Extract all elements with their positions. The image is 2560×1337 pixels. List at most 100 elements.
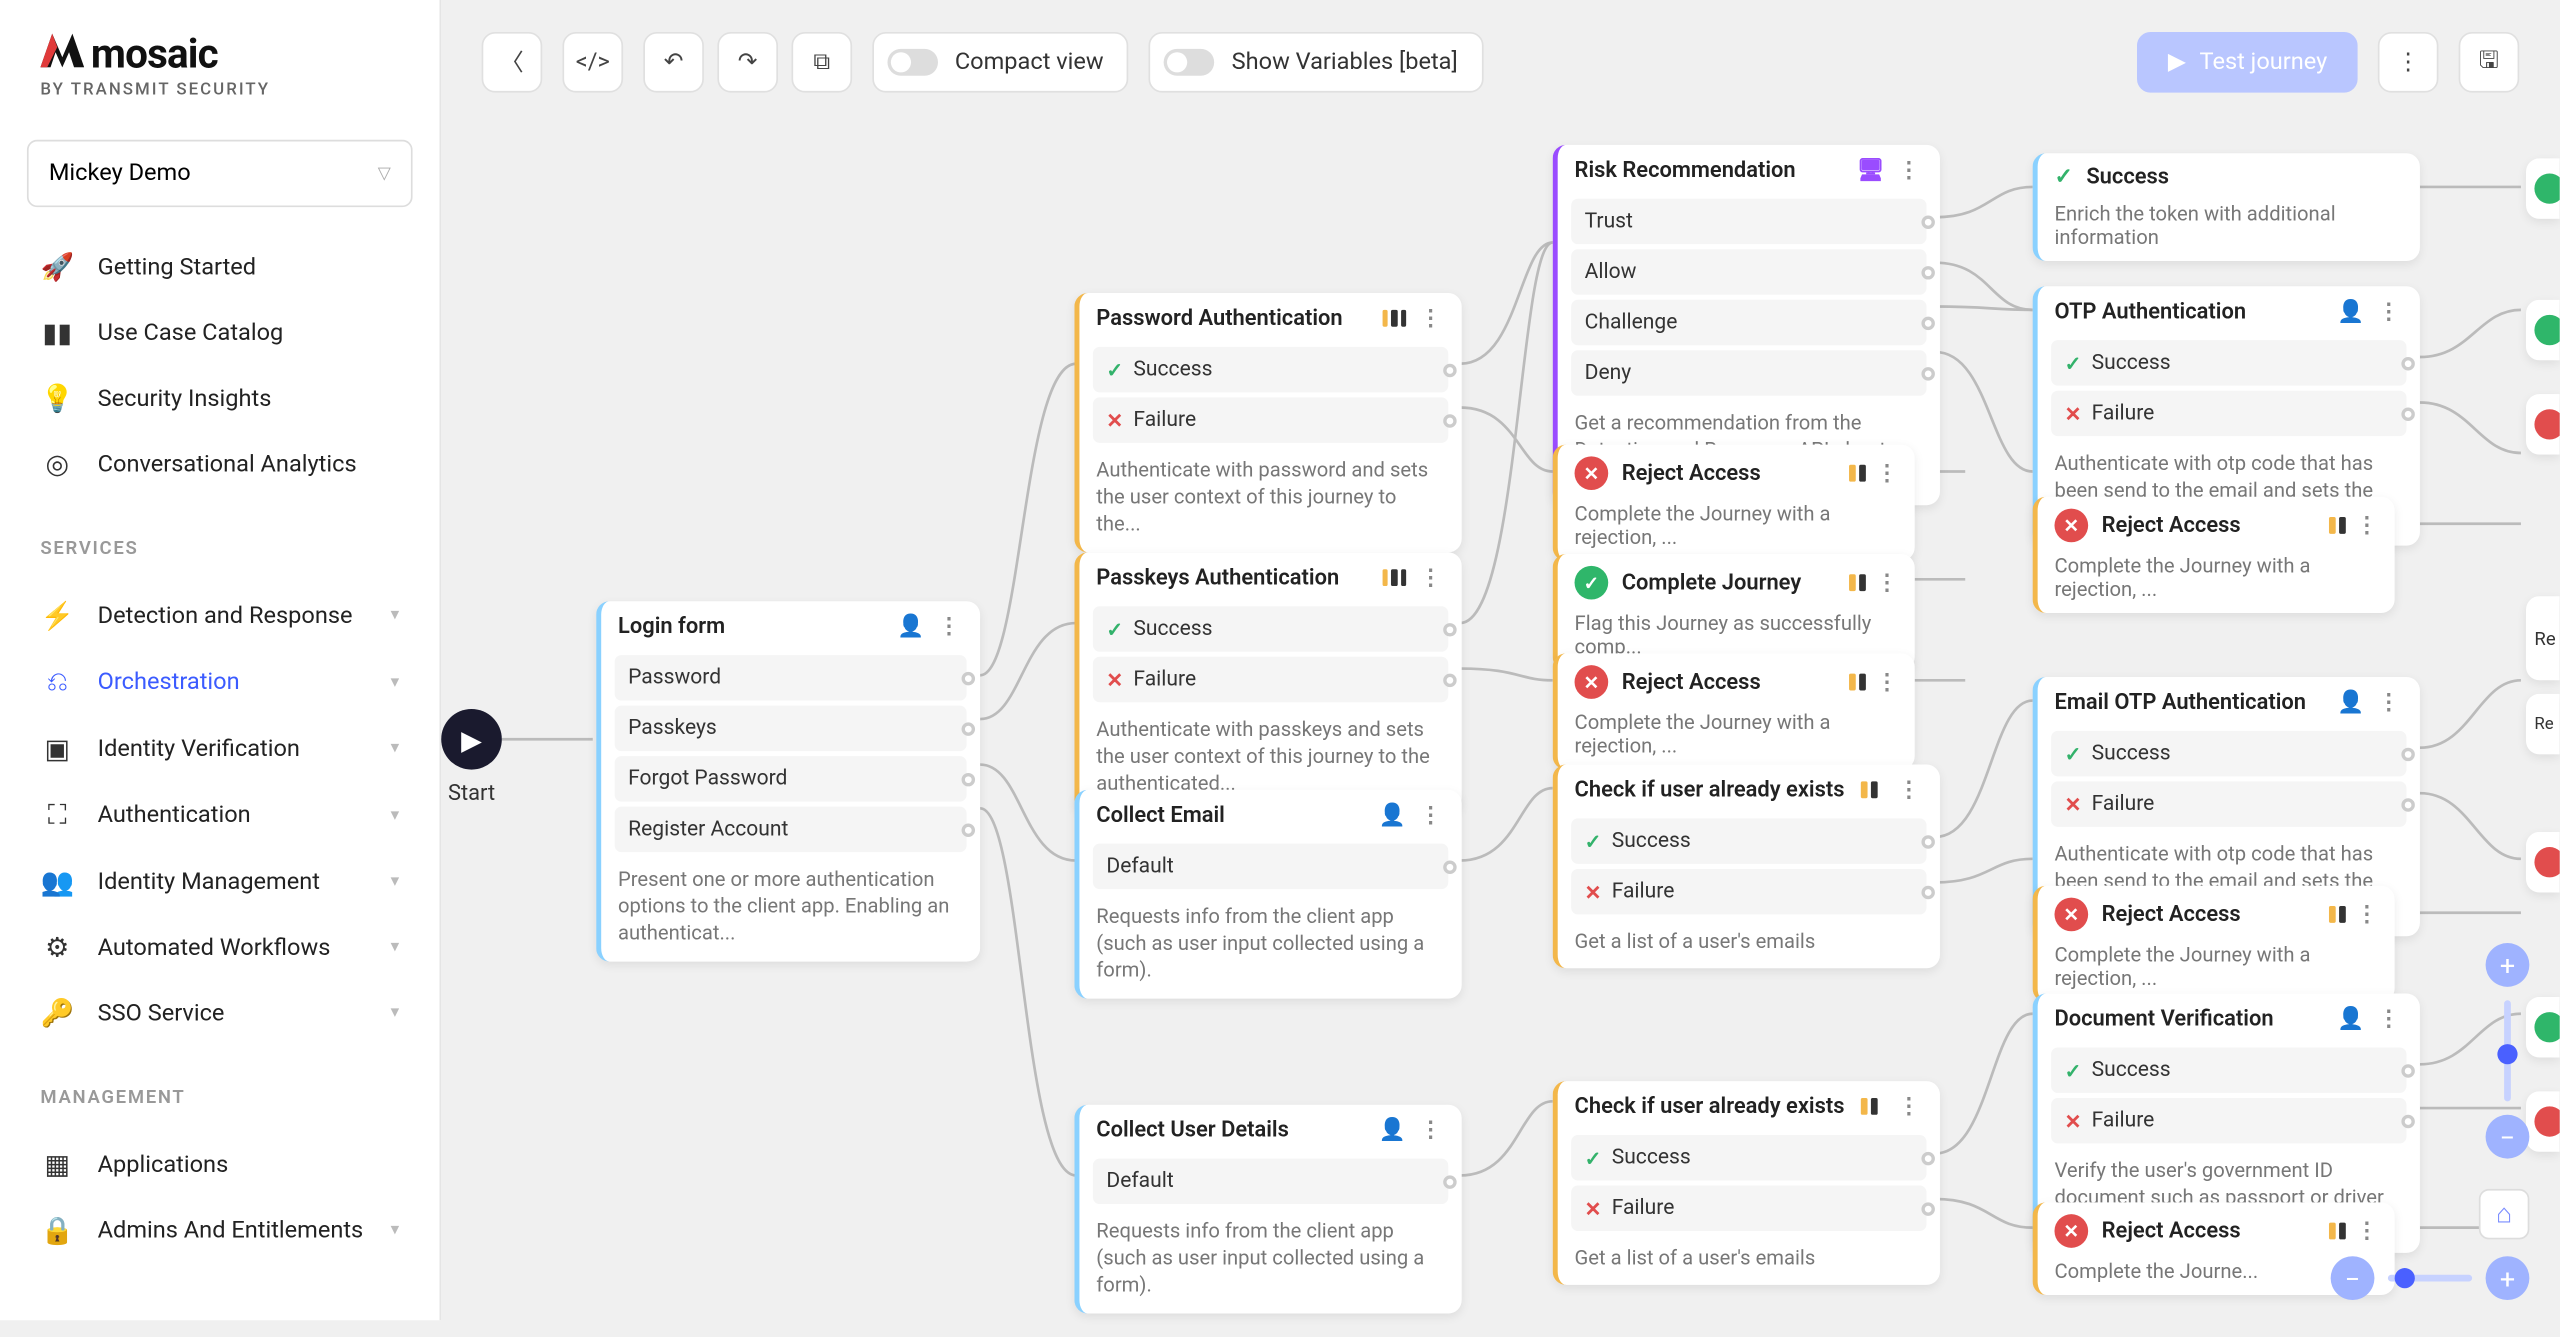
option-default[interactable]: Default — [1093, 844, 1448, 889]
option-password[interactable]: Password — [615, 655, 967, 700]
output-port[interactable] — [1921, 316, 1934, 329]
more-button[interactable]: ⋮ — [2378, 32, 2439, 93]
node-cutoff[interactable]: Co — [2526, 394, 2560, 455]
output-port[interactable] — [1443, 673, 1456, 686]
node-reject-access[interactable]: ✕Reject Access⋮ Complete the Journey wit… — [1553, 445, 1915, 561]
nav-use-case-catalog[interactable]: ▮▮Use Case Catalog — [0, 300, 440, 366]
dots-icon[interactable]: ⋮ — [2374, 690, 2403, 715]
node-cutoff[interactable]: Re — [2526, 596, 2560, 680]
option-forgot-password[interactable]: Forgot Password — [615, 756, 967, 801]
output-port[interactable] — [2401, 1063, 2414, 1076]
dots-icon[interactable]: ⋮ — [935, 615, 964, 640]
recenter-button[interactable]: ⌂ — [2479, 1189, 2530, 1240]
output-port[interactable] — [1921, 1151, 1934, 1164]
nav-identity-management[interactable]: 👥Identity Management▾ — [0, 849, 440, 915]
branch-failure[interactable]: ✕Failure — [2051, 781, 2406, 826]
nav-authentication[interactable]: ⛶Authentication▾ — [0, 781, 440, 848]
nav-orchestration[interactable]: ⎌Orchestration▾ — [0, 648, 440, 715]
node-cutoff[interactable]: FL — [2526, 158, 2560, 219]
output-port[interactable] — [2401, 797, 2414, 810]
dots-icon[interactable]: ⋮ — [1876, 461, 1898, 486]
branch-success[interactable]: ✓Success — [1093, 347, 1448, 392]
option-passkeys[interactable]: Passkeys — [615, 706, 967, 751]
option-allow[interactable]: Allow — [1571, 249, 1926, 294]
branch-failure[interactable]: ✕Failure — [1093, 397, 1448, 442]
branch-success[interactable]: ✓Success — [2051, 340, 2406, 385]
undo-button[interactable]: ↶ — [643, 32, 704, 93]
dots-icon[interactable]: ⋮ — [1416, 566, 1445, 591]
branch-success[interactable]: ✓Success — [1571, 818, 1926, 863]
save-button[interactable]: 🖫 — [2459, 32, 2520, 93]
zoom-out-button[interactable]: − — [2486, 1115, 2530, 1159]
node-cutoff[interactable]: FL — [2526, 300, 2560, 361]
branch-success[interactable]: ✓Success — [2051, 1047, 2406, 1092]
zoom-in-button[interactable]: + — [2486, 1256, 2530, 1300]
node-reject-access[interactable]: ✕Reject Access⋮ Complete the Journey wit… — [1553, 653, 1915, 769]
output-port[interactable] — [2401, 407, 2414, 420]
zoom-slider[interactable] — [2504, 1000, 2511, 1101]
dots-icon[interactable]: ⋮ — [1416, 1118, 1445, 1143]
output-port[interactable] — [1921, 1202, 1934, 1215]
nav-security-insights[interactable]: 💡Security Insights — [0, 365, 440, 431]
option-trust[interactable]: Trust — [1571, 199, 1926, 244]
zoom-slider[interactable] — [2388, 1275, 2472, 1282]
node-passkeys-auth[interactable]: Passkeys Authentication ⋮ ✓Success ✕Fail… — [1074, 552, 1461, 811]
node-reject-access[interactable]: ✕Reject Access⋮ Complete the Journey wit… — [2033, 497, 2395, 613]
nav-applications[interactable]: ▦Applications — [0, 1132, 440, 1198]
journey-canvas[interactable]: ▶ Start Login form 👤⋮ Password Passkeys … — [441, 125, 2559, 1321]
output-port[interactable] — [1443, 1175, 1456, 1188]
nav-admins-entitlements[interactable]: 🔒Admins And Entitlements▾ — [0, 1197, 440, 1263]
zoom-in-button[interactable]: + — [2486, 943, 2530, 987]
node-success-enrich[interactable]: ✓Success Enrich the token with additiona… — [2033, 153, 2420, 261]
output-port[interactable] — [962, 772, 975, 785]
output-port[interactable] — [1443, 363, 1456, 376]
dots-icon[interactable]: ⋮ — [2356, 902, 2378, 927]
start-node[interactable]: ▶ — [441, 709, 502, 770]
project-selector[interactable]: Mickey Demo ▽ — [27, 140, 413, 207]
option-challenge[interactable]: Challenge — [1571, 300, 1926, 345]
dots-icon[interactable]: ⋮ — [1416, 306, 1445, 331]
nav-automated-workflows[interactable]: ⚙Automated Workflows▾ — [0, 914, 440, 980]
dots-icon[interactable]: ⋮ — [2356, 1218, 2378, 1243]
nav-sso-service[interactable]: 🔑SSO Service▾ — [0, 980, 440, 1046]
dots-icon[interactable]: ⋮ — [1416, 803, 1445, 828]
option-register-account[interactable]: Register Account — [615, 807, 967, 852]
output-port[interactable] — [962, 722, 975, 735]
nav-getting-started[interactable]: 🚀Getting Started — [0, 234, 440, 300]
output-port[interactable] — [962, 671, 975, 684]
branch-success[interactable]: ✓Success — [1571, 1135, 1926, 1180]
node-collect-email[interactable]: Collect Email 👤⋮ Default Requests info f… — [1074, 790, 1461, 998]
output-port[interactable] — [1443, 860, 1456, 873]
test-journey-button[interactable]: ▶ Test journey — [2138, 32, 2358, 93]
nav-identity-verification[interactable]: ▣Identity Verification▾ — [0, 716, 440, 782]
branch-failure[interactable]: ✕Failure — [2051, 391, 2406, 436]
node-cutoff[interactable]: FL — [2526, 997, 2560, 1058]
output-port[interactable] — [962, 823, 975, 836]
compact-view-toggle[interactable]: Compact view — [872, 32, 1129, 93]
dots-icon[interactable]: ⋮ — [1895, 158, 1924, 183]
branch-failure[interactable]: ✕Failure — [2051, 1098, 2406, 1143]
zoom-out-button[interactable]: − — [2331, 1256, 2375, 1300]
copy-button[interactable]: ⧉ — [791, 32, 852, 93]
output-port[interactable] — [1443, 413, 1456, 426]
output-port[interactable] — [1921, 885, 1934, 898]
branch-success[interactable]: ✓Success — [1093, 606, 1448, 651]
dots-icon[interactable]: ⋮ — [1876, 570, 1898, 595]
node-password-auth[interactable]: Password Authentication ⋮ ✓Success ✕Fail… — [1074, 293, 1461, 552]
node-check-user-exists[interactable]: Check if user already exists ⋮ ✓Success … — [1553, 765, 1940, 969]
option-default[interactable]: Default — [1093, 1159, 1448, 1204]
show-variables-toggle[interactable]: Show Variables [beta] — [1149, 32, 1483, 93]
output-port[interactable] — [2401, 747, 2414, 760]
branch-failure[interactable]: ✕Failure — [1571, 869, 1926, 914]
branch-success[interactable]: ✓Success — [2051, 731, 2406, 776]
dots-icon[interactable]: ⋮ — [2374, 1007, 2403, 1032]
output-port[interactable] — [1921, 215, 1934, 228]
node-login-form[interactable]: Login form 👤⋮ Password Passkeys Forgot P… — [596, 601, 980, 961]
output-port[interactable] — [1443, 622, 1456, 635]
nav-detection-response[interactable]: ⚡Detection and Response▾ — [0, 583, 440, 649]
code-button[interactable]: </> — [562, 32, 623, 93]
node-collect-user-details[interactable]: Collect User Details 👤⋮ Default Requests… — [1074, 1105, 1461, 1313]
output-port[interactable] — [2401, 356, 2414, 369]
output-port[interactable] — [1921, 834, 1934, 847]
node-cutoff[interactable]: Co — [2526, 832, 2560, 893]
